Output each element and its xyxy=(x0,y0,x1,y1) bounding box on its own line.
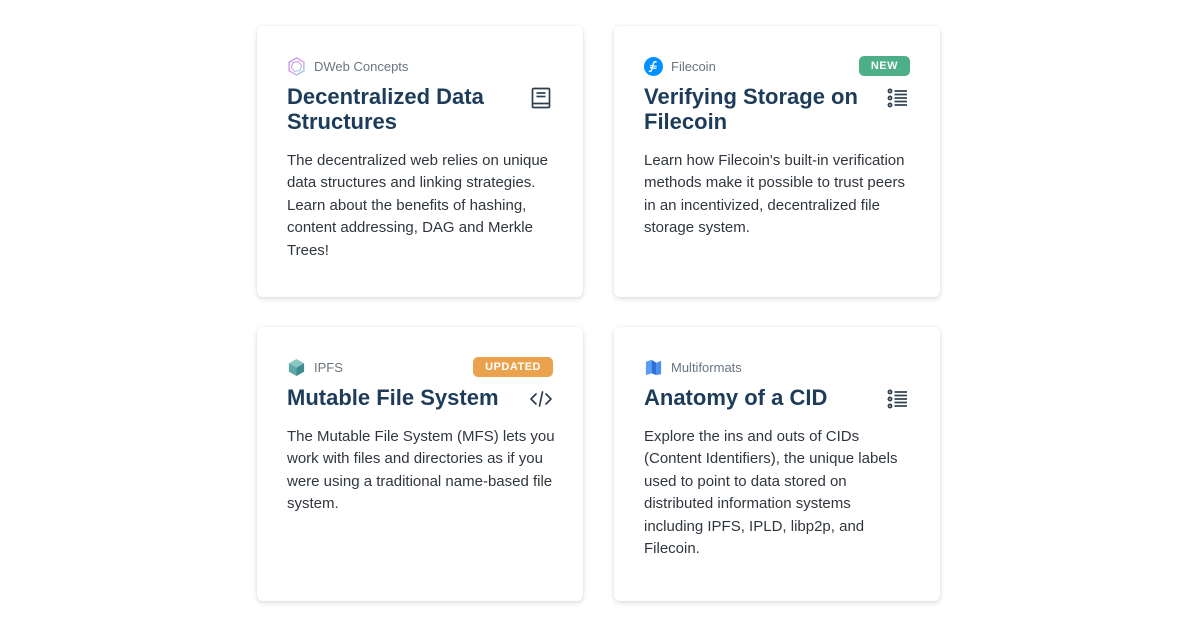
card-title: Mutable File System xyxy=(287,385,499,410)
card-description: Learn how Filecoin's built-in verificati… xyxy=(644,152,905,237)
card-meta: Filecoin NEW xyxy=(644,56,910,76)
ipfs-cube-icon xyxy=(287,358,306,377)
tutorial-card-anatomy-of-a-cid[interactable]: Multiformats Anatomy of a CID Explore th… xyxy=(614,327,940,601)
new-badge: NEW xyxy=(858,56,910,76)
dweb-concepts-icon xyxy=(287,56,306,76)
card-title: Verifying Storage on Filecoin xyxy=(644,84,858,134)
card-description: Explore the ins and outs of CIDs (Conten… xyxy=(644,428,898,558)
list-icon xyxy=(886,86,910,110)
card-meta: Multiformats xyxy=(644,357,910,377)
card-meta: DWeb Concepts xyxy=(287,56,553,76)
course-name: Filecoin xyxy=(671,58,716,74)
course-name: IPFS xyxy=(314,359,343,375)
tutorial-card-mutable-file-system[interactable]: IPFS UPDATED Mutable File System The Mut… xyxy=(257,327,583,601)
tutorial-card-decentralized-data-structures[interactable]: DWeb Concepts Decentralized Data Structu… xyxy=(257,26,583,297)
code-icon xyxy=(529,387,553,411)
tutorial-grid: DWeb Concepts Decentralized Data Structu… xyxy=(257,26,940,601)
tutorial-card-verifying-storage[interactable]: Filecoin NEW Verifying Storage on Fileco… xyxy=(614,26,940,297)
course-name: Multiformats xyxy=(671,359,742,375)
updated-badge: UPDATED xyxy=(473,357,553,377)
card-title: Anatomy of a CID xyxy=(644,385,828,410)
multiformats-icon xyxy=(644,358,663,377)
filecoin-icon xyxy=(644,56,663,76)
list-icon xyxy=(886,387,910,411)
card-title: Decentralized Data Structures xyxy=(287,84,484,134)
card-description: The Mutable File System (MFS) lets you w… xyxy=(287,428,555,513)
card-meta: IPFS UPDATED xyxy=(287,357,553,377)
course-name: DWeb Concepts xyxy=(314,58,409,74)
book-icon xyxy=(529,86,553,110)
card-description: The decentralized web relies on unique d… xyxy=(287,152,548,259)
